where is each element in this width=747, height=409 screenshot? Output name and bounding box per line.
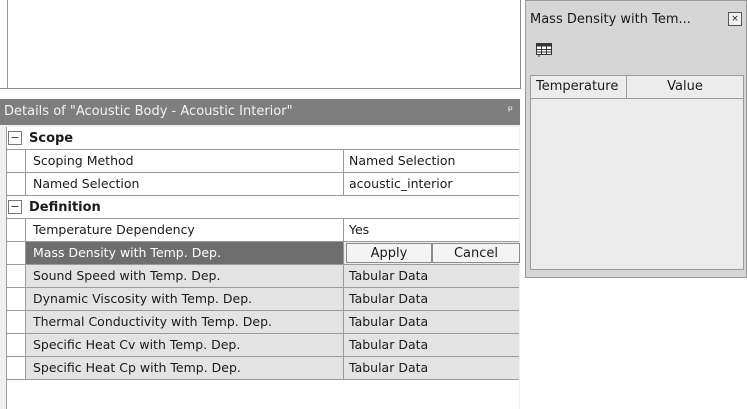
details-title: Details of "Acoustic Body - Acoustic Int…: [4, 104, 293, 119]
property-name: Specific Heat Cv with Temp. Dep.: [26, 334, 344, 356]
tabular-data-window: Mass Density with Tem... × Temperature V…: [525, 0, 747, 278]
table-icon[interactable]: [536, 43, 552, 57]
cancel-button[interactable]: Cancel: [432, 243, 520, 263]
property-row[interactable]: Named Selection acoustic_interior: [7, 173, 519, 196]
tabular-grid[interactable]: Temperature Value: [530, 75, 744, 270]
property-row[interactable]: Dynamic Viscosity with Temp. Dep. Tabula…: [7, 288, 519, 311]
column-header-value[interactable]: Value: [627, 76, 743, 98]
section-scope: − Scope: [7, 127, 519, 150]
property-row[interactable]: Thermal Conductivity with Temp. Dep. Tab…: [7, 311, 519, 334]
row-indent: [7, 150, 26, 172]
panel-divider: [7, 0, 8, 88]
property-value[interactable]: Named Selection: [344, 150, 519, 172]
details-header: Details of "Acoustic Body - Acoustic Int…: [0, 99, 520, 125]
property-row[interactable]: Sound Speed with Temp. Dep. Tabular Data: [7, 265, 519, 288]
collapse-toggle-definition[interactable]: −: [8, 200, 22, 214]
row-indent: [7, 242, 26, 264]
section-label: Definition: [29, 199, 101, 215]
row-indent: [7, 357, 26, 379]
property-value[interactable]: Tabular Data: [344, 357, 519, 379]
collapse-toggle-scope[interactable]: −: [8, 131, 22, 145]
property-name: Temperature Dependency: [26, 219, 344, 241]
property-row[interactable]: Specific Heat Cp with Temp. Dep. Tabular…: [7, 357, 519, 380]
property-name: Specific Heat Cp with Temp. Dep.: [26, 357, 344, 379]
property-value[interactable]: Yes: [344, 219, 519, 241]
property-name: Sound Speed with Temp. Dep.: [26, 265, 344, 287]
property-value[interactable]: Tabular Data: [344, 265, 519, 287]
property-value[interactable]: Tabular Data: [344, 288, 519, 310]
property-value[interactable]: Tabular Data: [344, 311, 519, 333]
row-indent: [7, 311, 26, 333]
row-indent: [7, 173, 26, 195]
section-definition: − Definition: [7, 196, 519, 219]
property-row-selected[interactable]: Mass Density with Temp. Dep. Apply Cance…: [7, 242, 520, 265]
graphics-area: [0, 0, 521, 89]
tabular-header-row: Temperature Value: [531, 76, 743, 99]
row-indent: [7, 334, 26, 356]
section-label: Scope: [29, 130, 74, 146]
details-grid: − Scope Scoping Method Named Selection N…: [6, 127, 520, 409]
property-row[interactable]: Specific Heat Cv with Temp. Dep. Tabular…: [7, 334, 519, 357]
property-name: Scoping Method: [26, 150, 344, 172]
close-icon[interactable]: ×: [728, 12, 742, 26]
property-row[interactable]: Temperature Dependency Yes: [7, 219, 519, 242]
property-name: Mass Density with Temp. Dep.: [26, 242, 344, 264]
property-row[interactable]: Scoping Method Named Selection: [7, 150, 519, 173]
apply-button[interactable]: Apply: [346, 243, 432, 263]
property-value[interactable]: Tabular Data: [344, 334, 519, 356]
row-indent: [7, 288, 26, 310]
row-indent: [7, 265, 26, 287]
details-panel: Details of "Acoustic Body - Acoustic Int…: [0, 99, 520, 409]
row-indent: [7, 219, 26, 241]
pin-icon[interactable]: ᵖ: [508, 103, 513, 117]
property-name: Thermal Conductivity with Temp. Dep.: [26, 311, 344, 333]
property-name: Dynamic Viscosity with Temp. Dep.: [26, 288, 344, 310]
property-value[interactable]: acoustic_interior: [344, 173, 519, 195]
property-value-editor: Apply Cancel: [344, 242, 520, 264]
tabular-window-title: Mass Density with Tem...: [530, 12, 691, 27]
property-name: Named Selection: [26, 173, 344, 195]
column-header-temperature[interactable]: Temperature: [531, 76, 627, 98]
